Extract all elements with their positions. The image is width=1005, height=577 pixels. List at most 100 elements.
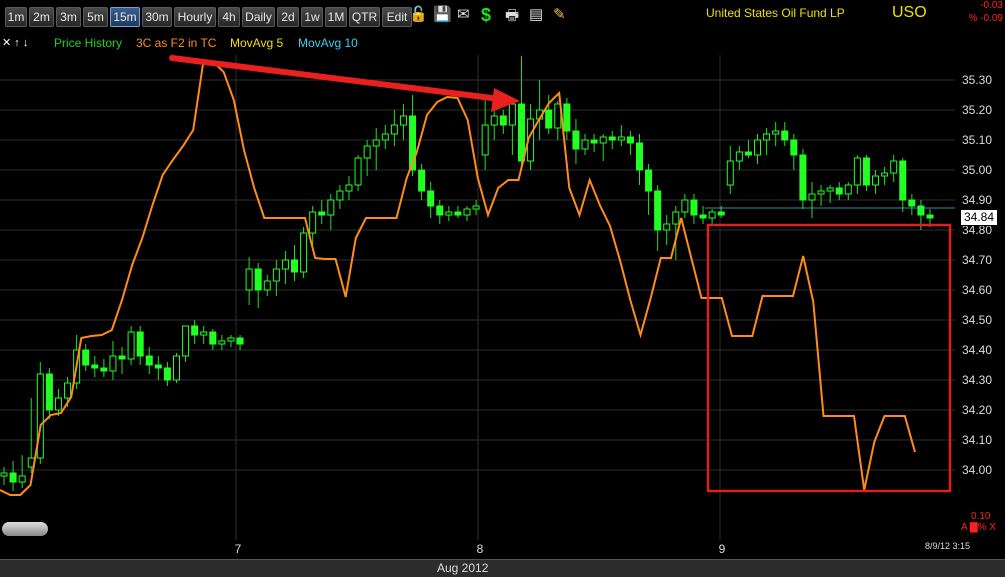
candle-body — [272, 268, 280, 282]
price-tick-label: 34.20 — [962, 403, 992, 417]
price-tick-label: 34.10 — [962, 433, 992, 447]
annotation-box — [706, 223, 952, 493]
candle — [508, 98, 516, 155]
candle — [463, 206, 471, 221]
candle-body — [881, 172, 889, 177]
candle — [418, 164, 426, 200]
candle — [790, 134, 798, 170]
candle-body — [463, 208, 471, 216]
date-bar: Aug 2012 — [0, 559, 1005, 577]
candle-body — [245, 268, 253, 291]
candle-body — [808, 193, 816, 201]
candle-body — [635, 142, 643, 171]
candle-body — [390, 124, 398, 135]
candle — [200, 326, 208, 344]
candle — [690, 194, 698, 224]
candle — [635, 134, 643, 185]
candle — [318, 200, 326, 224]
candle-body — [227, 337, 235, 342]
candle — [91, 356, 99, 377]
candle — [763, 128, 771, 155]
candle — [699, 206, 707, 224]
candle — [272, 260, 280, 296]
candle-body — [708, 211, 716, 219]
candle — [899, 158, 907, 212]
candle-body — [109, 355, 117, 372]
candle — [445, 206, 453, 221]
candle — [890, 155, 898, 182]
price-chart[interactable]: 34.00 34.10 34.20 34.30 34.40 34.50 34.60 34.70… — [0, 0, 1005, 576]
candle-body — [590, 139, 598, 144]
candle-body — [645, 169, 653, 192]
candle — [327, 194, 335, 230]
time-axis: 7 8 9 — [235, 542, 726, 556]
candle-body — [318, 211, 326, 216]
candle — [427, 182, 435, 218]
price-tick-label: 34.00 — [962, 463, 992, 477]
candle — [354, 155, 362, 191]
candle-body — [517, 103, 525, 162]
price-tick-label: 34.70 — [962, 253, 992, 267]
price-tick-label: 34.40 — [962, 343, 992, 357]
candle-body — [64, 382, 72, 399]
candle-body — [681, 199, 689, 213]
candle-body — [209, 331, 217, 345]
candle-body — [427, 190, 435, 207]
candle-body — [817, 190, 825, 195]
indicator-controls[interactable]: A ▇% X — [961, 522, 996, 533]
candle-body — [327, 199, 335, 216]
candle — [808, 182, 816, 218]
candle — [481, 95, 489, 170]
candle — [608, 131, 616, 149]
price-tick-label: 34.90 — [962, 193, 992, 207]
candle — [9, 461, 17, 491]
price-tick-label: 34.50 — [962, 313, 992, 327]
3c-indicator-series — [0, 61, 916, 496]
candle-body — [899, 160, 907, 201]
candle — [817, 185, 825, 206]
chart-scroll-handle[interactable] — [2, 522, 48, 536]
candle-body — [354, 157, 362, 186]
price-tick-label: 34.60 — [962, 283, 992, 297]
candle-body — [418, 169, 426, 192]
candle-body — [0, 472, 8, 477]
candle-body — [545, 109, 553, 129]
candle — [708, 209, 716, 224]
candle-body — [336, 190, 344, 201]
candle — [781, 122, 789, 146]
candle — [599, 134, 607, 161]
candle-body — [735, 151, 743, 162]
candle — [853, 155, 861, 194]
indicator-value: 0.10 — [971, 511, 991, 522]
last-price-tag: 34.84 — [960, 209, 998, 226]
candle — [291, 245, 299, 281]
candle-body — [54, 397, 62, 411]
candle-body — [445, 211, 453, 216]
candle-body — [862, 157, 870, 186]
candle-body — [45, 373, 53, 411]
annotation-arrow — [169, 55, 520, 112]
candle-body — [726, 160, 734, 186]
candle-body — [472, 205, 480, 210]
candle — [844, 182, 852, 200]
candle-body — [372, 139, 380, 147]
indicator-3c-line — [0, 61, 916, 496]
candle — [645, 164, 653, 215]
candle — [127, 326, 135, 365]
candle — [536, 80, 544, 140]
month-label: Aug 2012 — [437, 561, 489, 575]
candle — [263, 275, 271, 296]
candle-body — [853, 157, 861, 186]
price-tick-label: 35.00 — [962, 163, 992, 177]
candle — [572, 119, 580, 164]
candle-body — [563, 103, 571, 132]
candle-body — [917, 205, 925, 216]
candle-body — [309, 211, 317, 234]
candle-body — [300, 232, 308, 273]
candle — [27, 398, 35, 473]
candle — [172, 353, 180, 383]
candle-body — [82, 349, 90, 366]
candle-body — [454, 211, 462, 216]
candle-body — [91, 364, 99, 369]
candle-body — [926, 214, 934, 219]
